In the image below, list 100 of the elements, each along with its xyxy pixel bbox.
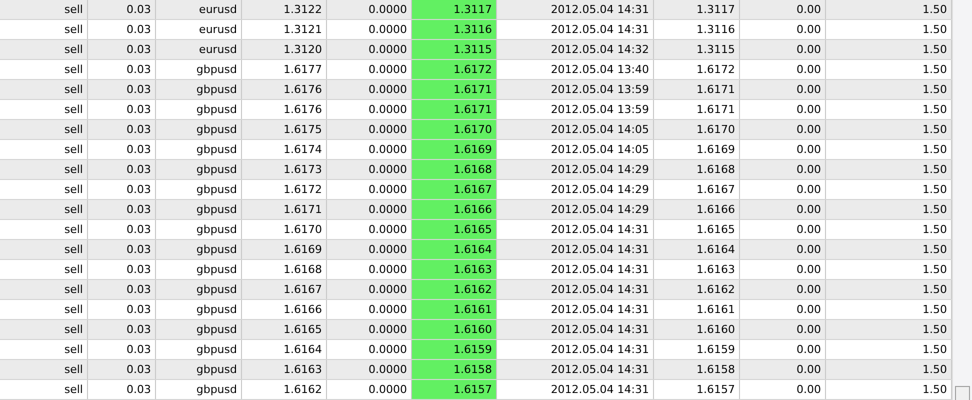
table-cell: eurusd — [156, 40, 242, 59]
table-cell: 1.6166 — [412, 200, 497, 219]
table-cell: sell — [0, 320, 88, 339]
table-cell: sell — [0, 80, 88, 99]
table-cell: gbpusd — [156, 280, 242, 299]
table-cell: 2012.05.04 14:29 — [497, 180, 654, 199]
table-cell: 1.6164 — [654, 240, 740, 259]
table-cell: 2012.05.04 14:31 — [497, 340, 654, 359]
table-cell: 0.03 — [88, 300, 156, 319]
table-cell: 1.6160 — [654, 320, 740, 339]
table-cell: 1.6171 — [654, 100, 740, 119]
table-cell: 1.6162 — [242, 380, 327, 399]
table-cell: 2012.05.04 13:59 — [497, 100, 654, 119]
table-cell: 1.3120 — [242, 40, 327, 59]
table-cell: 0.03 — [88, 80, 156, 99]
table-cell: gbpusd — [156, 240, 242, 259]
table-cell: 2012.05.04 14:31 — [497, 360, 654, 379]
table-cell: gbpusd — [156, 260, 242, 279]
table-cell: gbpusd — [156, 220, 242, 239]
table-cell: 0.03 — [88, 200, 156, 219]
table-cell: 2012.05.04 14:31 — [497, 380, 654, 399]
table-cell: 2012.05.04 14:31 — [497, 220, 654, 239]
table-cell: 1.6171 — [412, 80, 497, 99]
scroll-down-button[interactable] — [955, 386, 970, 400]
table-cell: 2012.05.04 14:29 — [497, 200, 654, 219]
table-cell: 1.6157 — [412, 380, 497, 399]
table-cell: gbpusd — [156, 200, 242, 219]
table-cell: 1.6160 — [412, 320, 497, 339]
table-cell: 1.6165 — [412, 220, 497, 239]
table-cell: 2012.05.04 13:40 — [497, 60, 654, 79]
table-cell: gbpusd — [156, 100, 242, 119]
table-cell: 0.00 — [740, 300, 826, 319]
table-cell: 1.3117 — [654, 0, 740, 19]
table-cell: 1.6169 — [242, 240, 327, 259]
table-cell: 0.00 — [740, 220, 826, 239]
table-cell: 0.03 — [88, 20, 156, 39]
table-cell: 0.03 — [88, 140, 156, 159]
table-cell: 1.3117 — [412, 0, 497, 19]
table-cell: gbpusd — [156, 160, 242, 179]
table-cell: 0.03 — [88, 280, 156, 299]
table-cell: sell — [0, 200, 88, 219]
table-cell: 1.6165 — [242, 320, 327, 339]
table-cell: 2012.05.04 14:31 — [497, 240, 654, 259]
table-cell: 1.6164 — [412, 240, 497, 259]
table-cell: sell — [0, 380, 88, 399]
table-cell: 0.00 — [740, 0, 826, 19]
table-cell: gbpusd — [156, 120, 242, 139]
table-cell: 1.3115 — [412, 40, 497, 59]
table-cell: 1.6169 — [412, 140, 497, 159]
table-cell: 0.00 — [740, 260, 826, 279]
table-cell: 1.6158 — [654, 360, 740, 379]
table-cell: sell — [0, 160, 88, 179]
table-cell: 0.03 — [88, 160, 156, 179]
table-cell: 1.6164 — [242, 340, 327, 359]
table-cell: 1.6161 — [654, 300, 740, 319]
table-cell: 1.6173 — [242, 160, 327, 179]
table-cell: 0.03 — [88, 40, 156, 59]
table-cell: gbpusd — [156, 380, 242, 399]
table-cell: sell — [0, 120, 88, 139]
table-cell: sell — [0, 280, 88, 299]
table-cell: 1.6165 — [654, 220, 740, 239]
table-cell: 0.00 — [740, 80, 826, 99]
table-cell: 2012.05.04 14:31 — [497, 320, 654, 339]
table-cell: 2012.05.04 14:31 — [497, 280, 654, 299]
table-cell: 0.03 — [88, 180, 156, 199]
table-cell: 1.6163 — [242, 360, 327, 379]
table-cell: 0.03 — [88, 100, 156, 119]
table-cell: sell — [0, 140, 88, 159]
table-cell: 1.6172 — [654, 60, 740, 79]
table-cell: 0.00 — [740, 140, 826, 159]
table-cell: 1.3115 — [654, 40, 740, 59]
table-cell: 0.00 — [740, 180, 826, 199]
table-cell: gbpusd — [156, 320, 242, 339]
table-cell: 1.6170 — [412, 120, 497, 139]
table-cell: 2012.05.04 14:31 — [497, 0, 654, 19]
table-cell: sell — [0, 0, 88, 19]
table-cell: gbpusd — [156, 300, 242, 319]
table-cell: 1.6167 — [412, 180, 497, 199]
table-cell: 0.00 — [740, 100, 826, 119]
table-cell: 1.6170 — [654, 120, 740, 139]
table-cell: 1.6171 — [412, 100, 497, 119]
table-cell: 0.00 — [740, 40, 826, 59]
table-cell: 2012.05.04 14:31 — [497, 260, 654, 279]
table-cell: 1.6177 — [242, 60, 327, 79]
table-cell: 1.6161 — [412, 300, 497, 319]
table-cell: 2012.05.04 14:05 — [497, 140, 654, 159]
scrollbar-track[interactable] — [952, 0, 972, 400]
table-cell: 1.6172 — [412, 60, 497, 79]
table-cell: sell — [0, 220, 88, 239]
table-cell: 0.00 — [740, 120, 826, 139]
table-cell: 0.03 — [88, 320, 156, 339]
table-cell: 0.03 — [88, 120, 156, 139]
table-cell: 1.6159 — [412, 340, 497, 359]
table-cell: 1.6171 — [654, 80, 740, 99]
table-cell: 0.00 — [740, 240, 826, 259]
table-cell: 1.6158 — [412, 360, 497, 379]
table-cell: gbpusd — [156, 60, 242, 79]
table-cell: gbpusd — [156, 340, 242, 359]
table-cell: 2012.05.04 13:59 — [497, 80, 654, 99]
table-cell: 0.00 — [740, 280, 826, 299]
